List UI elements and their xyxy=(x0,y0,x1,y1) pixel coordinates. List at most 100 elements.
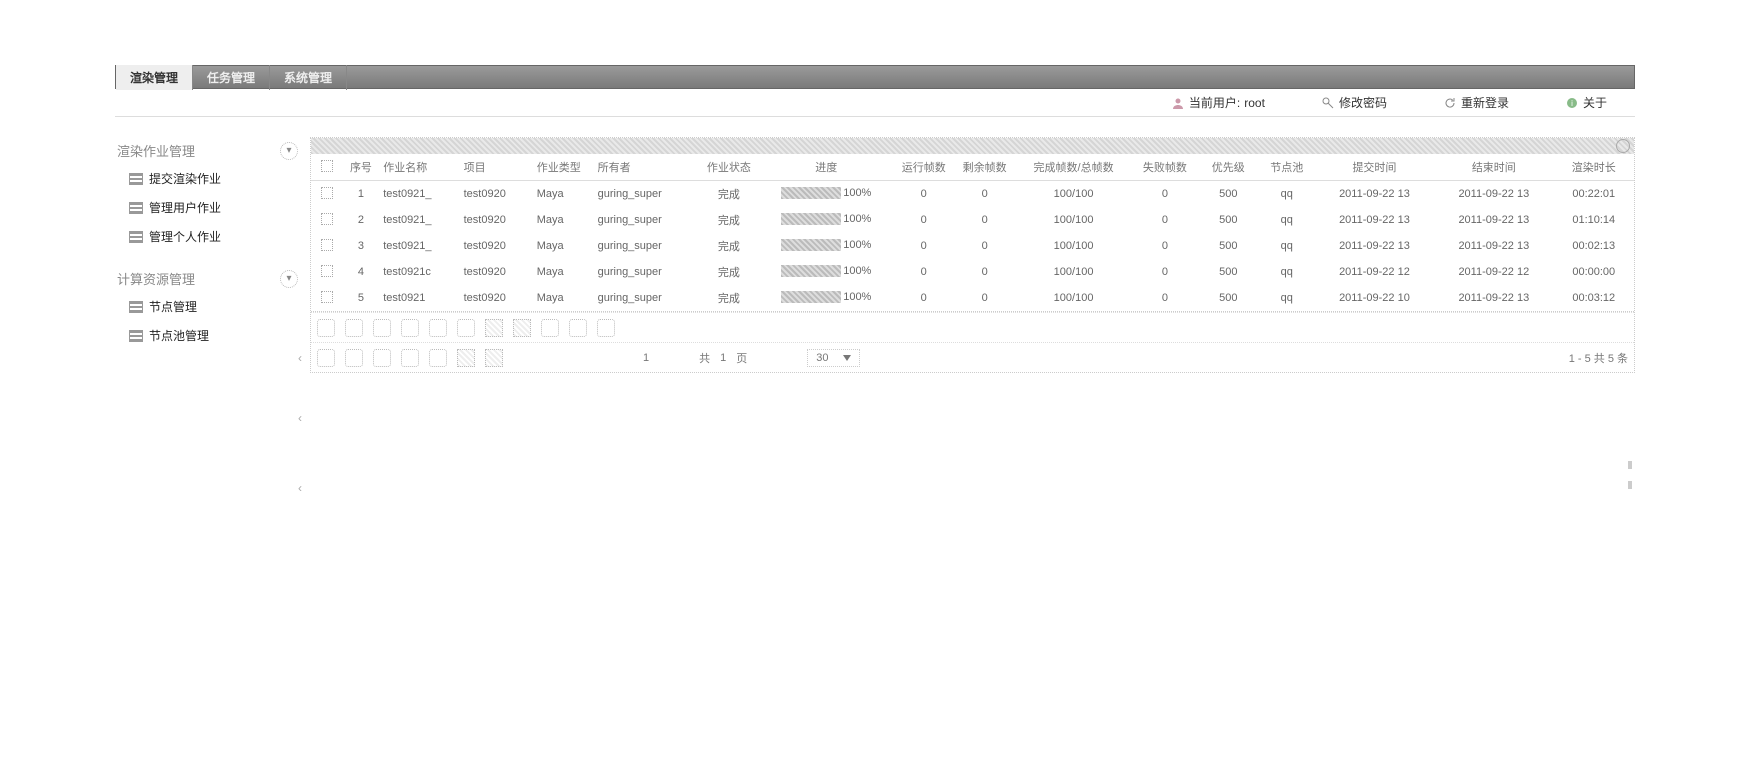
pager-last-button[interactable] xyxy=(401,349,419,367)
row-checkbox[interactable] xyxy=(321,213,333,225)
table-row[interactable]: 5test0921test0920Mayaguring_super完成100%0… xyxy=(311,285,1634,311)
cell-type: Maya xyxy=(533,207,594,233)
sidebar-item-submit-job[interactable]: 提交渲染作业 xyxy=(115,164,300,193)
cell-running: 0 xyxy=(893,259,954,285)
col-name[interactable]: 作业名称 xyxy=(379,154,459,181)
cell-remaining: 0 xyxy=(954,207,1015,233)
col-owner[interactable]: 所有者 xyxy=(594,154,699,181)
col-failed[interactable]: 失败帧数 xyxy=(1132,154,1198,181)
col-remaining[interactable]: 剩余帧数 xyxy=(954,154,1015,181)
relogin-link[interactable]: 重新登录 xyxy=(1443,94,1509,111)
pager-refresh-button[interactable] xyxy=(429,349,447,367)
pager-button[interactable] xyxy=(457,349,475,367)
scrollbar-thumb[interactable] xyxy=(1628,461,1632,469)
row-checkbox[interactable] xyxy=(321,291,333,303)
col-project[interactable]: 项目 xyxy=(460,154,533,181)
toolbar-button[interactable] xyxy=(457,319,475,337)
cell-owner: guring_super xyxy=(594,181,699,208)
page-size-dropdown[interactable]: 30 xyxy=(807,349,859,367)
current-user-value: root xyxy=(1244,96,1265,110)
sidebar-item-label: 节点管理 xyxy=(149,298,197,315)
cell-end-time: 2011-09-22 13 xyxy=(1434,207,1553,233)
cell-running: 0 xyxy=(893,285,954,311)
col-type[interactable]: 作业类型 xyxy=(533,154,594,181)
cell-submit-time: 2011-09-22 13 xyxy=(1315,181,1434,208)
info-icon: i xyxy=(1565,96,1579,110)
pager-first-button[interactable] xyxy=(317,349,335,367)
toolbar-button[interactable] xyxy=(373,319,391,337)
cell-failed: 0 xyxy=(1132,233,1198,259)
cell-end-time: 2011-09-22 13 xyxy=(1434,233,1553,259)
col-done-total[interactable]: 完成帧数/总帧数 xyxy=(1015,154,1132,181)
tab-system-management[interactable]: 系统管理 xyxy=(270,65,347,90)
page-size-value: 30 xyxy=(816,352,828,364)
cell-failed: 0 xyxy=(1132,259,1198,285)
sidebar-item-manage-my-jobs[interactable]: 管理个人作业 xyxy=(115,222,300,251)
relogin-label: 重新登录 xyxy=(1461,94,1509,111)
drag-handle-icon[interactable]: ‹ xyxy=(293,351,307,365)
toolbar-button[interactable] xyxy=(401,319,419,337)
top-nav: 渲染管理 任务管理 系统管理 xyxy=(115,65,1635,89)
collapse-icon[interactable]: ▾ xyxy=(280,142,298,160)
pager-button[interactable] xyxy=(485,349,503,367)
cell-owner: guring_super xyxy=(594,285,699,311)
drag-handle-icon[interactable]: ‹ xyxy=(293,481,307,495)
col-running[interactable]: 运行帧数 xyxy=(893,154,954,181)
cell-status: 完成 xyxy=(698,233,759,259)
cell-pool: qq xyxy=(1259,285,1315,311)
toolbar-button[interactable] xyxy=(569,319,587,337)
pager-total-prefix: 共 xyxy=(699,350,710,366)
toolbar-button[interactable] xyxy=(317,319,335,337)
col-end-time[interactable]: 结束时间 xyxy=(1434,154,1553,181)
row-checkbox[interactable] xyxy=(321,239,333,251)
col-pool[interactable]: 节点池 xyxy=(1259,154,1315,181)
cell-name: test0921c xyxy=(379,259,459,285)
collapse-icon[interactable]: ▾ xyxy=(280,270,298,288)
cell-type: Maya xyxy=(533,285,594,311)
cell-status: 完成 xyxy=(698,181,759,208)
main-panel: 序号 作业名称 项目 作业类型 所有者 作业状态 进度 运行帧数 剩余帧数 完成… xyxy=(310,137,1635,373)
sidebar-item-manage-user-jobs[interactable]: 管理用户作业 xyxy=(115,193,300,222)
cell-project: test0920 xyxy=(460,207,533,233)
doc-icon xyxy=(129,330,143,342)
toolbar-button[interactable] xyxy=(429,319,447,337)
cell-submit-time: 2011-09-22 12 xyxy=(1315,259,1434,285)
col-priority[interactable]: 优先级 xyxy=(1198,154,1259,181)
toolbar-button[interactable] xyxy=(345,319,363,337)
tab-task-management[interactable]: 任务管理 xyxy=(193,65,270,90)
progress-text: 100% xyxy=(843,213,871,225)
select-all-checkbox[interactable] xyxy=(321,160,333,172)
change-password-link[interactable]: 修改密码 xyxy=(1321,94,1387,111)
table-row[interactable]: 4test0921ctest0920Mayaguring_super完成100%… xyxy=(311,259,1634,285)
toolbar-button[interactable] xyxy=(597,319,615,337)
toolbar-button[interactable] xyxy=(513,319,531,337)
pager-prev-button[interactable] xyxy=(345,349,363,367)
cell-progress: 100% xyxy=(759,285,893,311)
row-checkbox[interactable] xyxy=(321,187,333,199)
about-link[interactable]: i 关于 xyxy=(1565,94,1607,111)
cell-failed: 0 xyxy=(1132,207,1198,233)
sidebar-item-node-management[interactable]: 节点管理 xyxy=(115,292,300,321)
sidebar-item-nodepool-management[interactable]: 节点池管理 xyxy=(115,321,300,350)
drag-handle-icon[interactable]: ‹ xyxy=(293,411,307,425)
col-progress[interactable]: 进度 xyxy=(759,154,893,181)
pager-next-button[interactable] xyxy=(373,349,391,367)
col-idx[interactable]: 序号 xyxy=(343,154,380,181)
gear-icon[interactable] xyxy=(1616,139,1630,153)
col-status[interactable]: 作业状态 xyxy=(698,154,759,181)
table-row[interactable]: 3test0921_test0920Mayaguring_super完成100%… xyxy=(311,233,1634,259)
sidebar-group-compute-title: 计算资源管理 xyxy=(117,269,195,288)
progress-text: 100% xyxy=(843,187,871,199)
tab-render-management[interactable]: 渲染管理 xyxy=(116,65,193,90)
doc-icon xyxy=(129,202,143,214)
scrollbar-thumb[interactable] xyxy=(1628,481,1632,489)
toolbar-button[interactable] xyxy=(541,319,559,337)
cell-idx: 3 xyxy=(343,233,380,259)
col-duration[interactable]: 渲染时长 xyxy=(1554,154,1635,181)
toolbar-button[interactable] xyxy=(485,319,503,337)
table-row[interactable]: 1test0921_test0920Mayaguring_super完成100%… xyxy=(311,181,1634,208)
col-submit-time[interactable]: 提交时间 xyxy=(1315,154,1434,181)
cell-owner: guring_super xyxy=(594,259,699,285)
table-row[interactable]: 2test0921_test0920Mayaguring_super完成100%… xyxy=(311,207,1634,233)
row-checkbox[interactable] xyxy=(321,265,333,277)
